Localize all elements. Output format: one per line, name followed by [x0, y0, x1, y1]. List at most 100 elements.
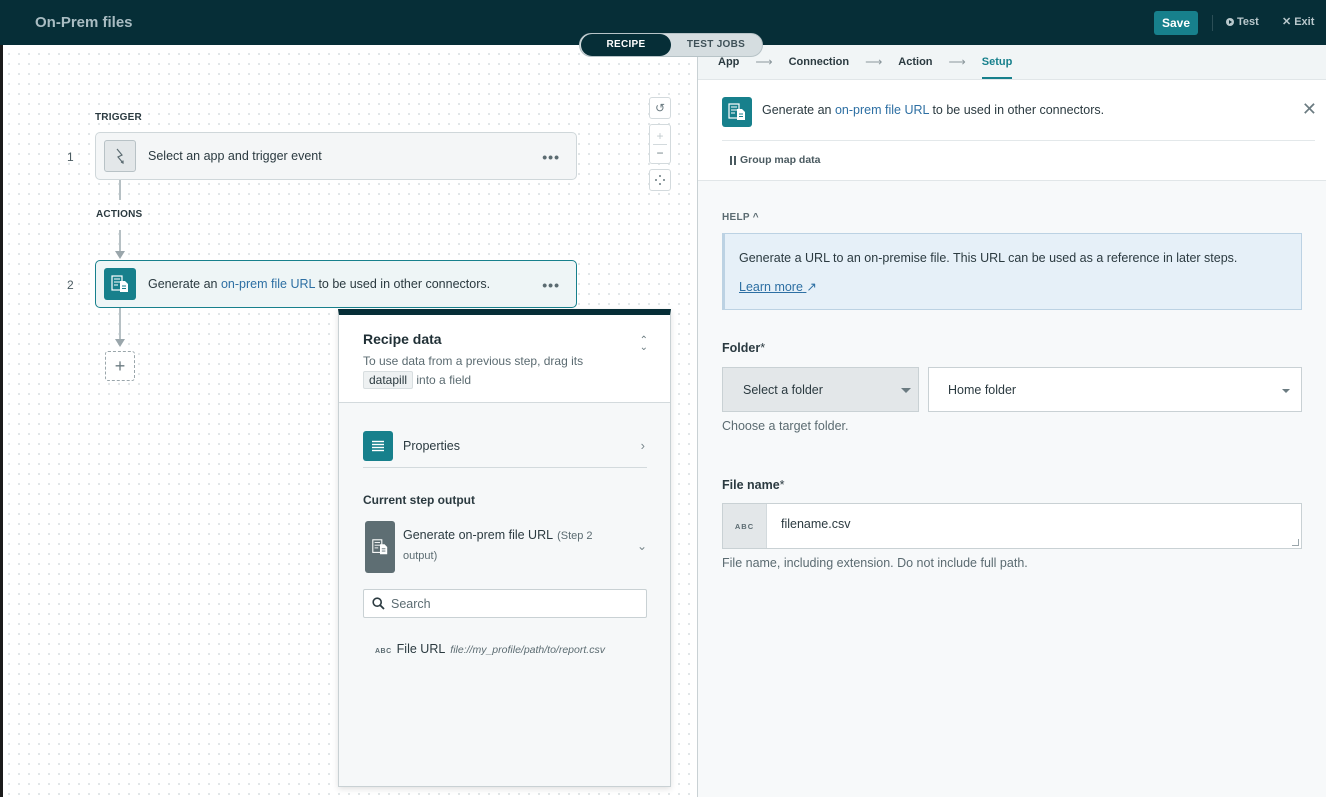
desc-text: into a field: [416, 373, 472, 387]
folder-label: Folder*: [722, 341, 765, 355]
action-summary-text: Generate an on-prem file URL to be used …: [762, 103, 1104, 117]
trigger-bolt-icon: [104, 140, 136, 172]
step-text: Select an app and trigger event: [148, 149, 322, 163]
group-map-data-button[interactable]: Group map data: [730, 154, 821, 166]
fit-icon: [655, 175, 665, 185]
step-output-name: Generate on-prem file URL: [403, 528, 554, 542]
step-output-sub: (Step 2: [557, 530, 593, 542]
connector-line: [119, 308, 121, 340]
trigger-section-label: TRIGGER: [95, 112, 142, 123]
recipe-data-header: Recipe data To use data from a previous …: [339, 315, 670, 403]
datapill-label: File URL: [396, 642, 446, 656]
arrow-right-icon: ⟶: [755, 55, 773, 69]
more-options-icon[interactable]: •••: [542, 149, 560, 165]
setup-wizard: App ⟶ Connection ⟶ Action ⟶ Setup: [698, 45, 1326, 80]
step-output-sub: output): [403, 550, 438, 562]
zoom-in-button[interactable]: +: [656, 128, 663, 144]
learn-more-label: Learn more: [739, 280, 803, 294]
file-name-field[interactable]: ABC: [722, 503, 1302, 549]
required-mark: *: [760, 341, 766, 355]
step-text-after: to be used in other connectors.: [314, 277, 491, 291]
play-icon: [1226, 18, 1234, 26]
trigger-step-card[interactable]: Select an app and trigger event •••: [95, 132, 577, 180]
properties-label: Properties: [403, 438, 460, 453]
wizard-step-app[interactable]: App: [718, 56, 739, 68]
connector-line: [119, 230, 121, 252]
exit-label: Exit: [1294, 15, 1315, 28]
file-name-hint: File name, including extension. Do not i…: [722, 556, 1028, 570]
help-text: Generate a URL to an on-premise file. Th…: [739, 251, 1238, 265]
wizard-step-setup[interactable]: Setup: [981, 56, 1012, 79]
close-icon: ✕: [1282, 16, 1292, 28]
folder-mode-select[interactable]: Select a folder: [722, 367, 919, 412]
folder-picker[interactable]: Home folder: [928, 367, 1302, 412]
wizard-step-action[interactable]: Action: [898, 56, 932, 68]
step-text: Generate an on-prem file URL to be used …: [148, 277, 490, 291]
caret-down-icon: [901, 388, 911, 393]
recipe-data-description: To use data from a previous step, drag i…: [363, 352, 646, 390]
test-button[interactable]: Test: [1226, 16, 1259, 28]
string-type-tag: ABC: [723, 504, 767, 548]
tab-test-jobs[interactable]: TEST JOBS: [671, 34, 761, 56]
summary-link[interactable]: on-prem file URL: [835, 103, 929, 117]
actions-section-label: ACTIONS: [96, 209, 143, 220]
datapill-badge: datapill: [363, 371, 414, 389]
resize-handle[interactable]: [1292, 539, 1299, 546]
arrow-right-icon: ⟶: [865, 55, 883, 69]
test-label: Test: [1237, 16, 1259, 28]
recipe-title: On-Prem files: [35, 14, 133, 31]
datapill-file-url[interactable]: ABC File URL file://my_profile/path/to/r…: [375, 642, 605, 656]
divider: [722, 140, 1315, 141]
action-summary-card: Generate an on-prem file URL to be used …: [698, 80, 1326, 181]
group-map-label: Group map data: [740, 154, 821, 166]
string-type-tag: ABC: [375, 648, 392, 655]
search-input[interactable]: [391, 596, 631, 611]
step-number: 1: [67, 150, 74, 164]
exit-button[interactable]: ✕ Exit: [1282, 15, 1315, 29]
chevron-right-icon: ›: [640, 438, 645, 453]
arrow-down-icon: [115, 251, 125, 259]
zoom-out-button[interactable]: −: [656, 145, 663, 161]
recipe-data-title: Recipe data: [363, 331, 442, 347]
recipe-data-panel: Recipe data To use data from a previous …: [338, 309, 671, 787]
expand-collapse-icon[interactable]: ⌃ ⌄: [640, 336, 648, 353]
datapill-search[interactable]: [363, 589, 647, 618]
chevron-down-icon[interactable]: ⌄: [637, 539, 647, 553]
step-text-link[interactable]: on-prem file URL: [221, 277, 315, 291]
wizard-step-connection[interactable]: Connection: [789, 56, 850, 68]
step-number: 2: [67, 278, 74, 292]
file-name-label-text: File name: [722, 478, 780, 492]
search-icon: [372, 597, 385, 610]
datapill-sample: file://my_profile/path/to/report.csv: [450, 644, 605, 656]
arrow-right-icon: ⟶: [948, 55, 966, 69]
learn-more-link[interactable]: Learn more ↗: [739, 279, 817, 294]
add-step-button[interactable]: +: [105, 351, 135, 381]
view-toggle: RECIPE TEST JOBS: [579, 33, 763, 57]
help-toggle[interactable]: HELP ^: [722, 212, 759, 223]
zoom-controls: + −: [649, 124, 671, 164]
action-step-card[interactable]: Generate an on-prem file URL to be used …: [95, 260, 577, 308]
on-prem-files-icon: [722, 97, 752, 127]
save-button[interactable]: Save: [1154, 11, 1198, 35]
folder-picker-value: Home folder: [948, 382, 1017, 397]
desc-text: To use data from a previous step, drag i…: [363, 354, 584, 368]
pause-icon: [730, 155, 736, 165]
connector-line: [119, 180, 121, 200]
reset-view-button[interactable]: ↺: [649, 97, 671, 119]
step-output-item[interactable]: Generate on-prem file URL (Step 2 output)…: [365, 521, 649, 573]
properties-item[interactable]: Properties ›: [363, 424, 647, 468]
folder-hint: Choose a target folder.: [722, 419, 849, 433]
required-mark: *: [779, 478, 785, 492]
tab-recipe[interactable]: RECIPE: [581, 34, 671, 56]
help-box: Generate a URL to an on-premise file. Th…: [722, 233, 1302, 310]
file-name-input[interactable]: [781, 517, 1281, 531]
toolbar-divider: [1212, 15, 1213, 31]
summary-text-before: Generate an: [762, 103, 835, 117]
caret-down-icon: [1282, 389, 1290, 393]
step-text-before: Generate an: [148, 277, 221, 291]
more-options-icon[interactable]: •••: [542, 277, 560, 293]
fit-to-screen-button[interactable]: [649, 169, 671, 191]
folder-label-text: Folder: [722, 341, 761, 355]
close-panel-button[interactable]: ✕: [1302, 100, 1317, 118]
arrow-down-icon: [115, 339, 125, 347]
